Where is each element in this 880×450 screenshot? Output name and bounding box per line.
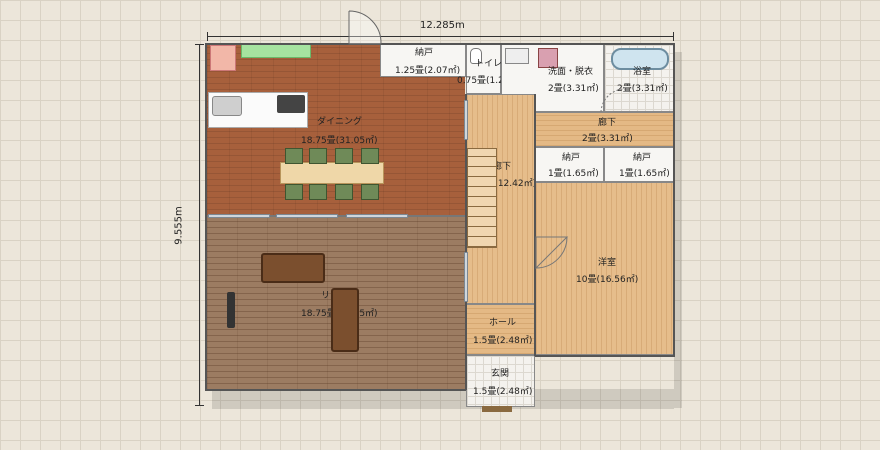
dining-table [280,162,384,184]
kitchen-island [208,92,308,128]
tv-icon [227,292,235,328]
toilet-name: トイレ [475,59,503,69]
door-swing-wash [600,88,626,113]
storage-b[interactable]: 納戸 1畳(1.65㎡) [604,147,674,182]
western-room-name: 洋室 [598,258,617,268]
entrance[interactable]: 玄関 1.5畳(2.48㎡) [466,355,535,407]
hall[interactable]: ホール 1.5畳(2.48㎡) [466,304,535,355]
western-room-size: 10畳(16.56㎡) [576,275,639,285]
door-swing-top [348,10,382,45]
hall-size: 1.5畳(2.48㎡) [473,336,533,346]
sink-icon [212,96,242,116]
bathroom-name: 浴室 [633,67,652,77]
storage-a-name: 納戸 [562,153,581,163]
door-swing-west [535,236,569,270]
washroom-size: 2畳(3.31㎡) [548,84,599,94]
hallway-right-size: 2畳(3.31㎡) [582,134,633,144]
sofa [261,253,325,283]
back-counter [241,44,311,58]
entrance-size: 1.5畳(2.48㎡) [473,387,533,397]
storage-b-size: 1畳(1.65㎡) [619,169,670,179]
dining-size: 18.75畳(31.05㎡) [301,136,378,146]
window-hall-1 [464,100,468,140]
storage-top[interactable]: 納戸 1.25畳(2.07㎡) [380,44,466,77]
fridge [210,45,236,71]
storage-top-size: 1.25畳(2.07㎡) [395,66,461,76]
toilet-room[interactable]: トイレ 0.75畳(1.24㎡) [457,44,522,94]
window-dining [208,214,270,218]
window-dining-3 [346,214,408,218]
entrance-door-icon [482,406,512,412]
sofa-side [331,288,359,352]
storage-b-name: 納戸 [633,153,652,163]
storage-top-name: 納戸 [415,48,434,58]
window-hall-2 [464,252,468,302]
height-label: 9.555m [173,206,185,245]
washbasin-icon [505,48,529,64]
hallway-right[interactable]: 廊下 2畳(3.31㎡) [535,112,674,147]
hallway-right-name: 廊下 [598,118,617,128]
washing-machine-icon [538,48,558,68]
entrance-name: 玄関 [491,369,510,379]
window-dining-2 [276,214,338,218]
washroom-name: 洗面・脱衣 [548,67,594,77]
storage-a-size: 1畳(1.65㎡) [548,169,599,179]
dining-name: ダイニング [317,117,363,127]
stove-icon [277,95,305,113]
storage-a[interactable]: 納戸 1畳(1.65㎡) [535,147,604,182]
staircase [467,148,497,248]
width-label: 12.285m [420,20,465,31]
hall-name: ホール [489,318,517,328]
